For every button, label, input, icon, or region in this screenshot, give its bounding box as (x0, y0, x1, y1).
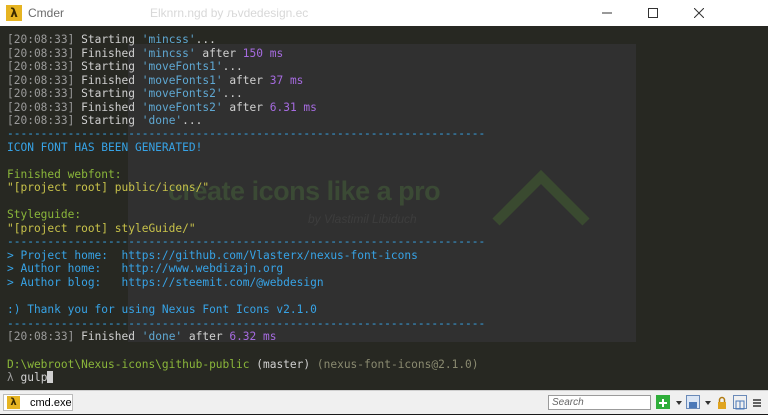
new-console-button[interactable] (656, 395, 670, 409)
log-line: [20:08:33] Starting 'mincss'... (7, 33, 216, 46)
styleguide-label: Styleguide: (7, 208, 82, 221)
close-button[interactable] (676, 0, 722, 26)
maximize-button[interactable] (630, 0, 676, 26)
log-line: [20:08:33] Finished 'moveFonts2' after 6… (7, 101, 317, 114)
window-title: Cmder (28, 6, 65, 20)
chevron-down-icon (705, 401, 711, 405)
lambda-tab-icon: λ (7, 396, 20, 409)
project-home-line: > Project home: https://github.com/Vlast… (7, 249, 418, 262)
log-line: [20:08:33] Finished 'done' after 6.32 ms (7, 330, 277, 343)
split-window-icon (735, 400, 745, 410)
plus-icon (659, 399, 667, 407)
log-line: [20:08:33] Starting 'done'... (7, 114, 203, 127)
background-byline: by Vlastimil Libiduch (308, 212, 417, 226)
webfont-label: Finished webfont: (7, 168, 122, 181)
prompt-lambda: λ (7, 371, 14, 384)
cmder-window: λ Cmder Elknrn.ngd by љvdedesign.ec crea… (0, 0, 768, 414)
command-input[interactable]: gulp (21, 371, 48, 384)
terminal-area[interactable]: create icons like a pro by Vlastimil Lib… (0, 26, 768, 390)
generated-message: ICON FONT HAS BEEN GENERATED! (7, 141, 203, 154)
close-icon (694, 8, 704, 18)
separator-line: ----------------------------------------… (7, 127, 486, 140)
separator-line: ----------------------------------------… (7, 235, 486, 248)
log-line: [20:08:33] Finished 'moveFonts1' after 3… (7, 74, 304, 87)
title-bar[interactable]: λ Cmder Elknrn.ngd by љvdedesign.ec (0, 0, 768, 26)
author-blog-link[interactable]: https://steemit.com/@webdesign (122, 276, 324, 289)
new-console-dropdown[interactable] (672, 395, 686, 409)
prompt-path: D:\webroot\Nexus-icons\github-public (7, 358, 250, 371)
text-cursor (47, 371, 54, 383)
log-line: [20:08:33] Finished 'mincss' after 150 m… (7, 47, 284, 60)
command-line[interactable]: λ gulp (7, 371, 54, 385)
chevron-down-icon (676, 401, 682, 405)
package-version: (nexus-font-icons@2.1.0) (316, 358, 479, 371)
author-home-line: > Author home: http://www.webdizajn.org (7, 262, 284, 275)
hamburger-menu-icon (753, 399, 761, 407)
minimize-icon (602, 12, 612, 14)
console-view-button[interactable] (686, 395, 700, 409)
author-blog-line: > Author blog: https://steemit.com/@webd… (7, 276, 324, 289)
webfont-path: "[project root] public/icons/" (7, 181, 210, 194)
thank-you-message: :) Thank you for using Nexus Font Icons … (7, 303, 317, 316)
menu-button[interactable] (750, 395, 764, 409)
log-line: [20:08:33] Starting 'moveFonts1'... (7, 60, 243, 73)
window-icon (689, 402, 697, 408)
tab-cmd-exe[interactable]: λ cmd.exe (3, 394, 73, 411)
prompt-line: D:\webroot\Nexus-icons\github-public (ma… (7, 358, 479, 372)
background-image-title: Elknrn.ngd by љvdedesign.ec (150, 6, 309, 20)
git-branch: (master) (256, 358, 311, 371)
lock-icon (718, 396, 726, 409)
lambda-app-icon[interactable]: λ (6, 5, 22, 21)
maximize-icon (648, 8, 658, 18)
search-input[interactable]: Search (548, 395, 651, 410)
tab-label: cmd.exe (30, 397, 72, 409)
lock-button[interactable] (715, 395, 729, 409)
author-home-link[interactable]: http://www.webdizajn.org (122, 262, 284, 275)
project-home-link[interactable]: https://github.com/Vlasterx/nexus-font-i… (122, 249, 418, 262)
chevron-logo-icon (492, 169, 590, 226)
status-bar: λ cmd.exe Search (0, 390, 768, 414)
styleguide-path: "[project root] styleGuide/" (7, 222, 196, 235)
split-view-button[interactable] (733, 395, 747, 410)
view-dropdown[interactable] (701, 395, 715, 409)
log-line: [20:08:33] Starting 'moveFonts2'... (7, 87, 243, 100)
separator-line: ----------------------------------------… (7, 317, 486, 330)
minimize-button[interactable] (584, 0, 630, 26)
